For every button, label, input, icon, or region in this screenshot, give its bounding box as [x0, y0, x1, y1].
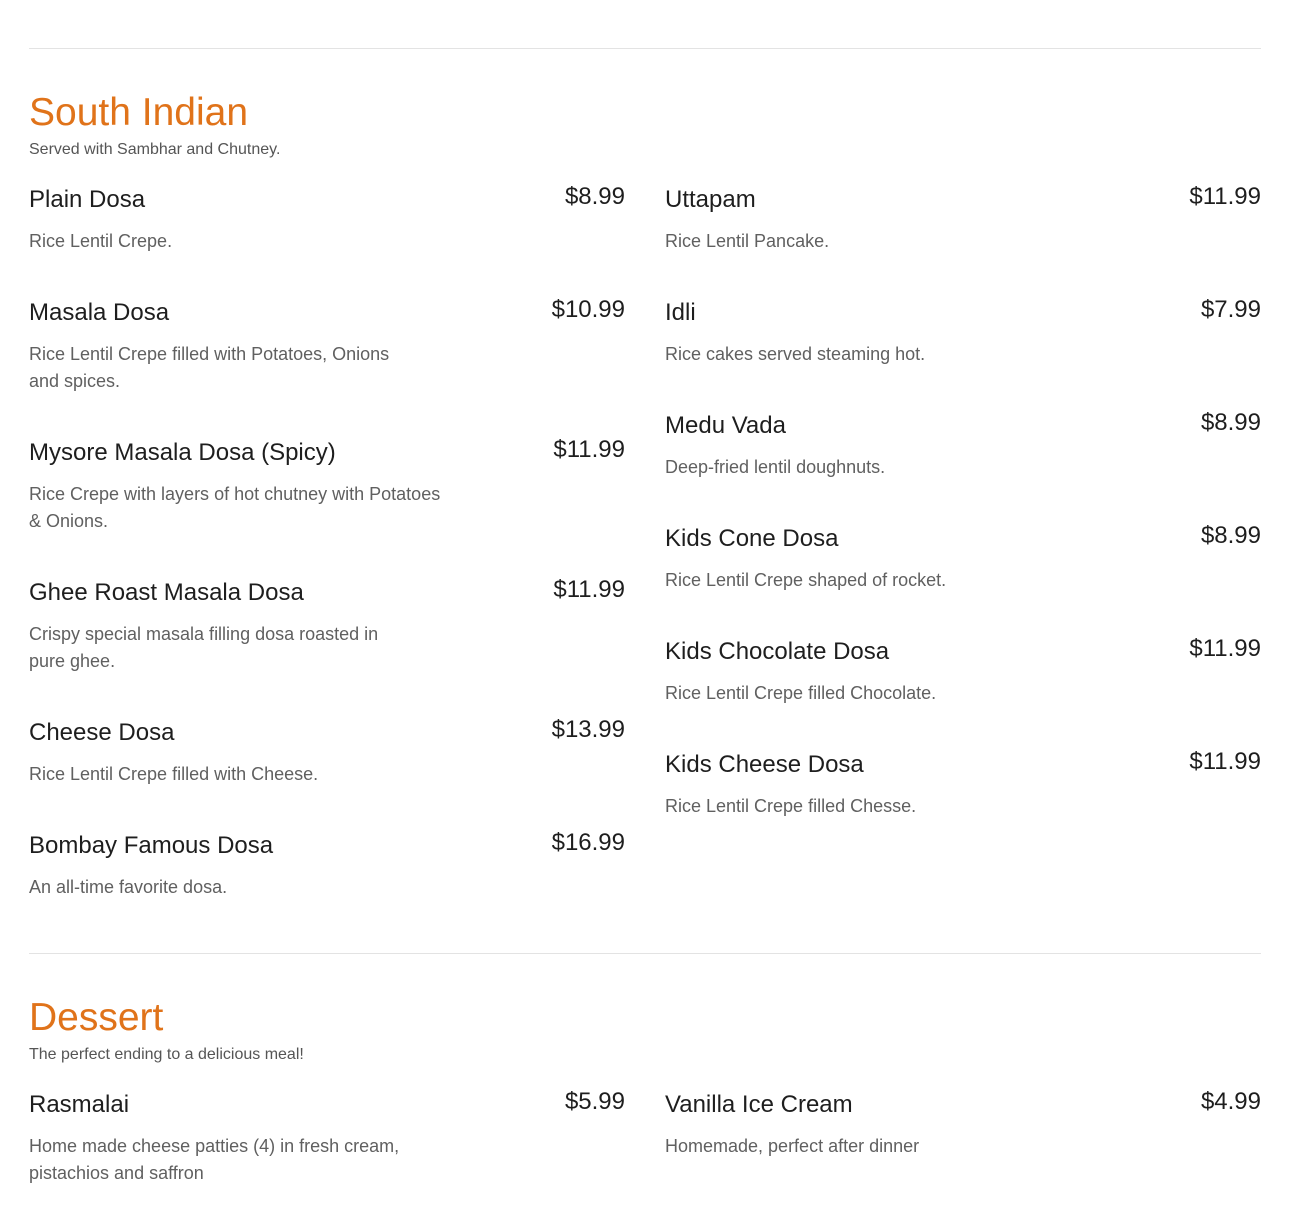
menu-item-description: Rice Lentil Crepe filled with Potatoes, …: [29, 344, 390, 391]
menu-item-description: Rice cakes served steaming hot.: [665, 344, 926, 364]
menu-item-name: Masala Dosa: [29, 299, 170, 326]
menu-item-price: $11.99: [553, 576, 625, 603]
menu-item-name: Vanilla Ice Cream: [665, 1091, 853, 1118]
menu-item-name: Cheese Dosa: [29, 719, 175, 746]
menu-item-description: Rice Lentil Crepe.: [29, 231, 173, 251]
menu-item-name: Ghee Roast Masala Dosa: [29, 579, 304, 606]
menu-item-description: Rice Lentil Crepe filled with Cheese.: [29, 764, 319, 784]
menu-item-name: Kids Chocolate Dosa: [665, 638, 890, 665]
menu-item-name: Kids Cone Dosa: [665, 525, 839, 552]
menu-item-name: Bombay Famous Dosa: [29, 832, 274, 859]
menu-item-description: Home made cheese patties (4) in fresh cr…: [29, 1136, 400, 1183]
menu-item-price: $11.99: [1189, 183, 1261, 210]
section-subtitle-dessert: The perfect ending to a delicious meal!: [29, 1046, 304, 1063]
menu-item-name: Idli: [665, 299, 696, 326]
menu-item-description: Rice Lentil Pancake.: [665, 231, 830, 251]
section-title-south-indian: South Indian: [29, 91, 249, 134]
menu-item-price: $8.99: [564, 183, 625, 210]
menu-item-name: Kids Cheese Dosa: [665, 751, 864, 778]
menu-item-description: Rice Lentil Crepe filled Chocolate.: [665, 683, 937, 703]
menu-item-description: Deep-fried lentil doughnuts.: [665, 457, 886, 477]
section-divider: [29, 953, 1261, 954]
menu-item-description: Rice Lentil Crepe shaped of rocket.: [665, 570, 947, 590]
menu-item-price: $11.99: [553, 436, 625, 463]
menu-item-price: $8.99: [1200, 522, 1261, 549]
menu-item-price: $13.99: [551, 716, 625, 743]
menu-item-price: $8.99: [1200, 409, 1261, 436]
menu-item-description: Rice Lentil Crepe filled Chesse.: [665, 796, 917, 816]
menu-item-price: $5.99: [564, 1088, 625, 1115]
menu-item-description: Homemade, perfect after dinner: [665, 1136, 920, 1156]
menu-item-price: $16.99: [551, 829, 625, 856]
menu-item-name: Medu Vada: [665, 412, 786, 439]
section-divider: [29, 48, 1261, 49]
menu-page: South Indian Served with Sambhar and Chu…: [0, 0, 1290, 1207]
menu-item-name: Rasmalai: [29, 1091, 130, 1118]
menu-item-name: Uttapam: [665, 186, 756, 213]
section-title-dessert: Dessert: [29, 996, 164, 1039]
menu-item-price: $11.99: [1189, 635, 1261, 662]
menu-item-description: An all-time favorite dosa.: [29, 877, 228, 897]
menu-item-price: $7.99: [1200, 296, 1261, 323]
menu-item-description: Crispy special masala filling dosa roast…: [29, 624, 379, 671]
menu-item-price: $11.99: [1189, 748, 1261, 775]
menu-item-name: Mysore Masala Dosa (Spicy): [29, 439, 336, 466]
section-subtitle-south-indian: Served with Sambhar and Chutney.: [29, 141, 281, 158]
menu-item-price: $4.99: [1200, 1088, 1261, 1115]
menu-item-description: Rice Crepe with layers of hot chutney wi…: [29, 484, 441, 531]
menu-item-price: $10.99: [551, 296, 625, 323]
menu-item-name: Plain Dosa: [29, 186, 146, 213]
